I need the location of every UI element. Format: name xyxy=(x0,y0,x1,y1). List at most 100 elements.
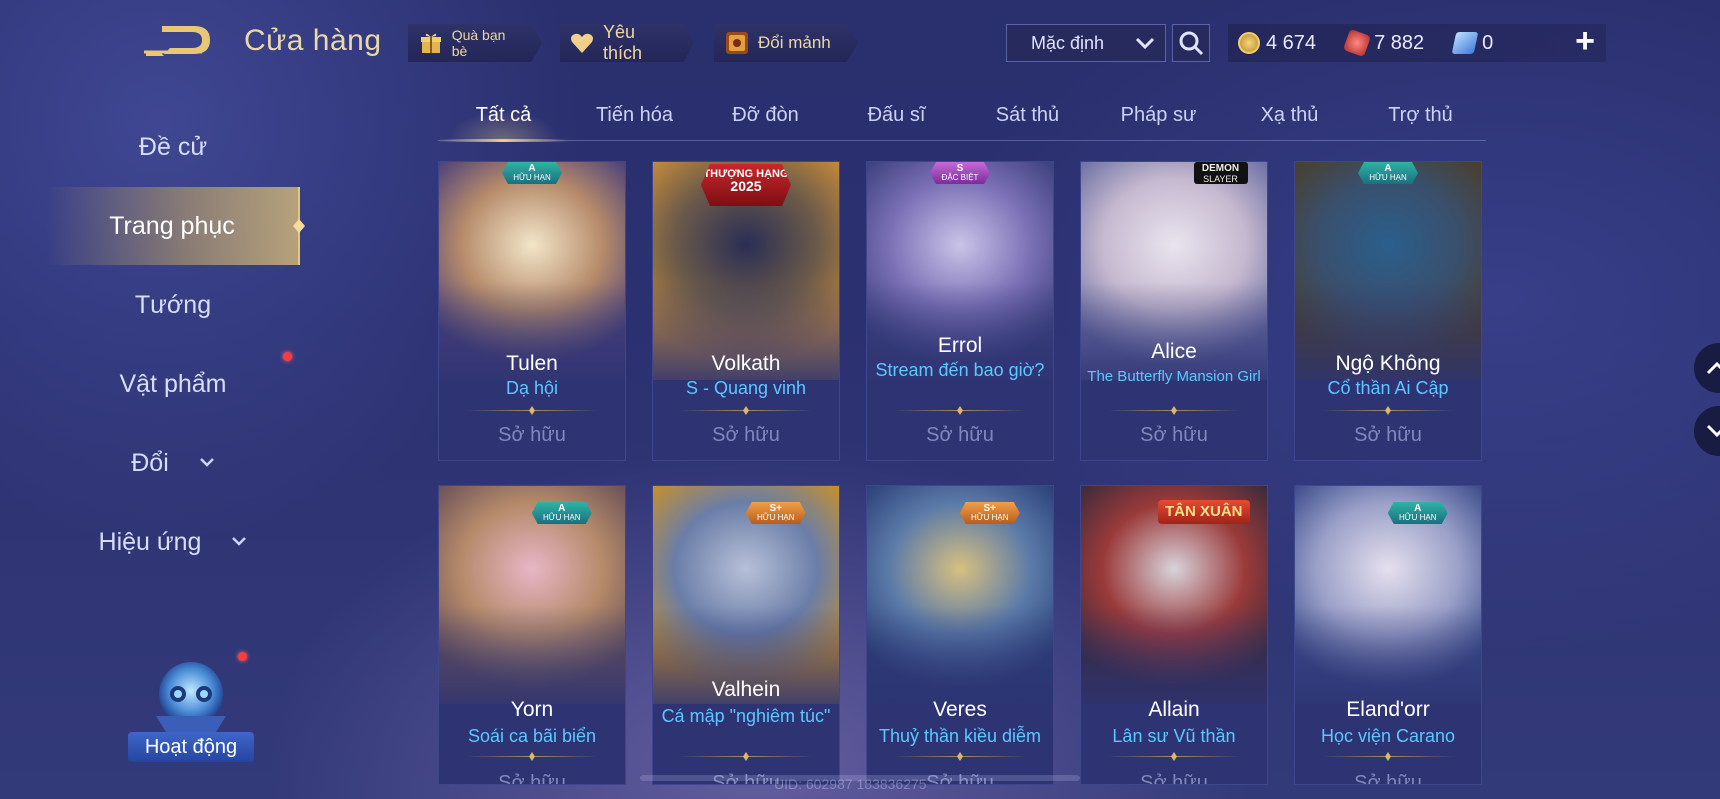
owned-status: Sở hữu xyxy=(712,424,780,446)
hero-name: Allain xyxy=(1148,698,1200,721)
sidebar-item-label: Vật phẩm xyxy=(119,369,227,398)
tab-all[interactable]: Tất cả xyxy=(438,96,569,142)
skin-card[interactable]: A HỮU HẠN Eland'orr Học viện Carano Sở hữ… xyxy=(1294,485,1482,785)
sidebar-item-label: Đổi xyxy=(131,448,169,477)
notification-dot xyxy=(283,352,292,361)
gold-coin-icon xyxy=(1238,32,1260,54)
tab-evolution[interactable]: Tiến hóa xyxy=(569,96,700,140)
owned-status: Sở hữu xyxy=(498,772,566,785)
event-label: Hoạt động xyxy=(128,732,254,762)
skin-card[interactable]: A HỮU HẠN Ngộ Không Cổ thần Ai Cập Sở hữu xyxy=(1294,161,1482,461)
rarity-badge: THƯỢNG HẠNG 2025 xyxy=(701,164,791,206)
favorites-button[interactable]: Yêu thích xyxy=(560,24,694,62)
rarity-badge: A HỮU HẠN xyxy=(1387,502,1448,524)
skin-card[interactable]: S ĐẶC BIỆT Errol Stream đến bao giờ? Sở h… xyxy=(866,161,1054,461)
owned-status: Sở hữu xyxy=(498,424,566,446)
rarity-badge: A HỮU HẠN xyxy=(502,162,562,184)
divider xyxy=(465,410,599,411)
favorites-label: Yêu thích xyxy=(602,22,642,63)
chevron-down-icon xyxy=(199,454,215,472)
hero-name: Ngộ Không xyxy=(1335,352,1441,375)
chevron-up-icon xyxy=(1706,361,1720,375)
tab-support[interactable]: Trợ thủ xyxy=(1355,96,1486,140)
sidebar-item-effects[interactable]: Hiệu ứng xyxy=(46,503,300,581)
event-orb-icon xyxy=(156,662,226,732)
scroll-down-button[interactable] xyxy=(1694,406,1720,456)
tab-tank[interactable]: Đỡ đòn xyxy=(700,96,831,140)
skin-name: Thuỷ thần kiều diễm xyxy=(878,726,1042,746)
scroll-up-button[interactable] xyxy=(1694,343,1720,393)
sidebar-item-recommended[interactable]: Đề cử xyxy=(46,108,300,186)
hero-name: Valhein xyxy=(711,678,781,701)
divider xyxy=(1321,756,1455,757)
gold-amount: 4 674 xyxy=(1266,31,1317,54)
tab-mage[interactable]: Pháp sư xyxy=(1093,96,1224,140)
page-title: Cửa hàng xyxy=(244,24,382,57)
search-button[interactable] xyxy=(1172,24,1210,62)
owned-status: Sở hữu xyxy=(1140,772,1208,785)
event-button[interactable]: Hoạt động xyxy=(128,652,254,762)
sidebar-item-label: Đề cử xyxy=(138,132,208,161)
sidebar-item-exchange[interactable]: Đổi xyxy=(46,424,300,502)
rarity-badge: A HỮU HẠN xyxy=(531,502,592,524)
friend-gift-label: Quà bạn bè xyxy=(451,27,506,59)
skin-name: Học viện Carano xyxy=(1320,726,1456,746)
hero-name: Veres xyxy=(933,698,987,721)
tab-fighter[interactable]: Đấu sĩ xyxy=(831,96,962,140)
hero-name: Errol xyxy=(937,334,983,357)
divider xyxy=(893,756,1027,757)
owned-status: Sở hữu xyxy=(1354,424,1422,446)
sidebar-item-items[interactable]: Vật phẩm xyxy=(46,345,300,423)
blue-voucher-icon xyxy=(1451,32,1479,54)
sidebar-item-skins[interactable]: Trang phục xyxy=(46,187,305,265)
event-badge: TÂN XUÂN xyxy=(1157,500,1250,524)
skin-name: S - Quang vinh xyxy=(685,378,807,398)
owned-status: Sở hữu xyxy=(1354,772,1422,785)
skin-card[interactable]: THƯỢNG HẠNG 2025 Volkath S - Quang vinh S… xyxy=(652,161,840,461)
gem-amount: 7 882 xyxy=(1374,31,1425,54)
tab-assassin[interactable]: Sát thủ xyxy=(962,96,1093,140)
divider xyxy=(1107,756,1241,757)
skin-name: Stream đến bao giờ? xyxy=(875,360,1045,380)
sort-dropdown[interactable]: Mặc định xyxy=(1006,24,1166,62)
hero-name: Tulen xyxy=(506,352,558,375)
shop-screen: Cửa hàng Quà bạn bè Yêu thích Đổi mảnh M… xyxy=(0,0,1720,799)
rarity-badge: S+ HỮU HẠN xyxy=(745,502,806,524)
skin-name: Soái ca bãi biển xyxy=(467,726,597,746)
shard-chest-icon xyxy=(724,30,750,56)
collab-badge: DEMON SLAYER xyxy=(1193,162,1248,184)
skin-card[interactable]: DEMON SLAYER Alice The Butterfly Mansion … xyxy=(1080,161,1268,461)
search-icon xyxy=(1179,31,1204,56)
voucher-amount: 0 xyxy=(1482,31,1494,54)
voucher-currency: 0 xyxy=(1451,31,1494,55)
divider xyxy=(679,410,813,411)
skin-card[interactable]: A HỮU HẠN Yorn Soái ca bãi biển Sở hữu xyxy=(438,485,626,785)
rarity-badge: S+ HỮU HẠN xyxy=(959,502,1020,524)
add-currency-button[interactable]: + xyxy=(1566,24,1604,62)
owned-status: Sở hữu xyxy=(1140,424,1208,446)
friend-gift-button[interactable]: Quà bạn bè xyxy=(408,24,542,62)
rarity-badge: S ĐẶC BIỆT xyxy=(930,162,990,184)
gift-icon xyxy=(418,30,444,56)
skin-card[interactable]: S+ HỮU HẠN Valhein Cá mập "nghiêm túc" Sở… xyxy=(652,485,840,785)
gold-currency: 4 674 xyxy=(1238,32,1316,55)
skin-card[interactable]: A HỮU HẠN Tulen Dạ hội Sở hữu xyxy=(438,161,626,461)
owned-status: Sở hữu xyxy=(926,424,994,446)
skin-card[interactable]: TÂN XUÂN Allain Lân sư Vũ thần Sở hữu xyxy=(1080,485,1268,785)
skin-name: The Butterfly Mansion Girl xyxy=(1087,368,1261,385)
sidebar-item-label: Hiệu ứng xyxy=(98,527,202,556)
chevron-down-icon xyxy=(1135,33,1155,54)
back-button[interactable] xyxy=(142,22,216,58)
active-diamond-icon xyxy=(293,219,305,233)
shard-exchange-button[interactable]: Đổi mảnh xyxy=(714,24,858,62)
divider xyxy=(1107,410,1241,411)
divider xyxy=(1321,410,1455,411)
divider xyxy=(893,410,1027,411)
chevron-down-icon xyxy=(231,533,247,551)
skin-name: Cá mập "nghiêm túc" xyxy=(661,706,831,726)
skin-card[interactable]: S+ HỮU HẠN Veres Thuỷ thần kiều diễm Sở h… xyxy=(866,485,1054,785)
tab-marksman[interactable]: Xạ thủ xyxy=(1224,96,1355,140)
sidebar-item-heroes[interactable]: Tướng xyxy=(46,266,300,344)
divider xyxy=(465,756,599,757)
sort-value: Mặc định xyxy=(1031,32,1105,53)
